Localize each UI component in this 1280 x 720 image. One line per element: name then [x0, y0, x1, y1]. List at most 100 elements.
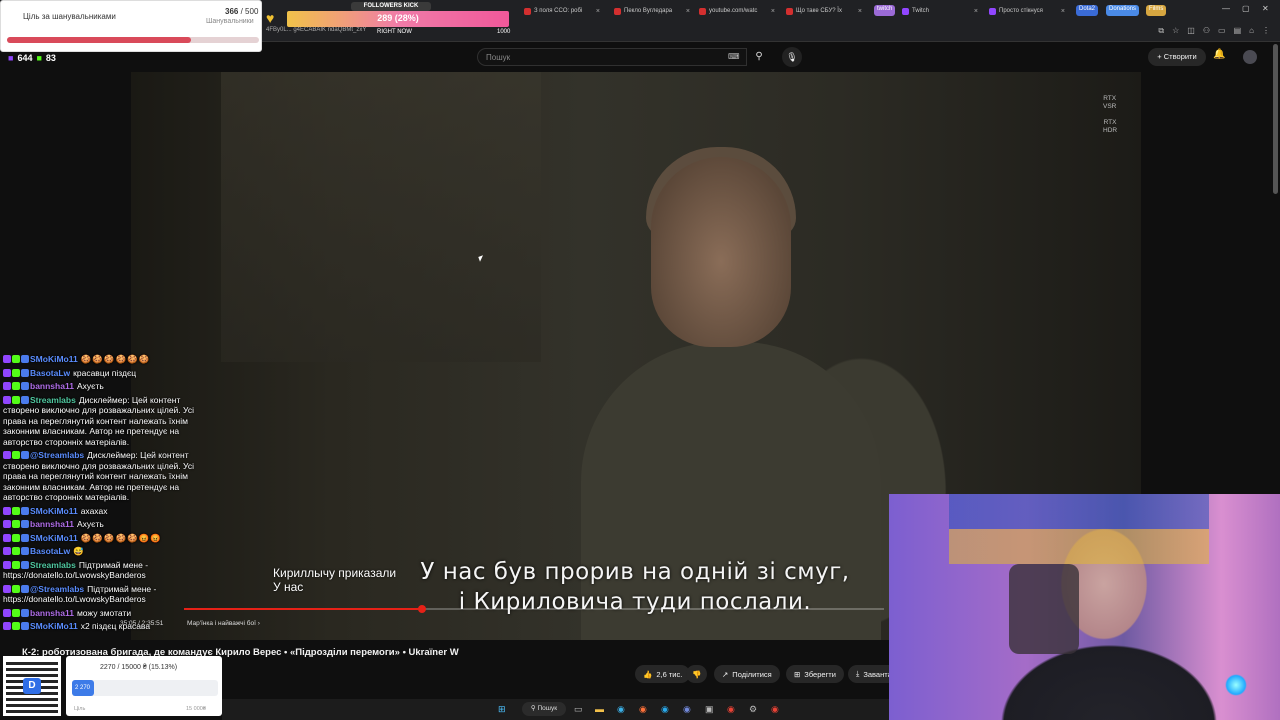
chat-username[interactable]: Streamlabs [30, 560, 76, 570]
chat-badge-icon [12, 355, 20, 363]
chat-badge-icon [3, 355, 11, 363]
close-tab-icon[interactable]: × [974, 8, 978, 15]
avatar[interactable] [1243, 50, 1257, 64]
chat-message: @Streamlabs Підтримай мене - https://dona… [3, 584, 218, 605]
chat-message: BasotaLw красавци піздєц [3, 368, 218, 379]
chat-badge-icon [21, 451, 29, 459]
lamp-light [1225, 674, 1247, 696]
ukrainian-flag-background [949, 494, 1209, 564]
chat-badge-icon [21, 547, 29, 555]
minimize-button[interactable]: — [1222, 4, 1230, 13]
menu-icon[interactable]: ⋮ [1262, 26, 1270, 36]
save-label: Зберегти [804, 669, 836, 679]
browser-tab[interactable]: youtube.com/watc × [695, 3, 779, 19]
telegram-icon[interactable]: ◉ [661, 704, 669, 715]
progress-scrubber[interactable] [418, 605, 426, 613]
chat-badge-icon [3, 368, 11, 377]
obs-icon[interactable]: ▣ [705, 704, 714, 715]
chat-username[interactable]: Streamlabs [30, 395, 76, 405]
keyboard-icon[interactable]: ⌨ [728, 52, 740, 61]
search-input[interactable]: Пошук [477, 48, 747, 66]
chat-username[interactable]: SMoKiMo11 [30, 533, 78, 543]
chrome-icon[interactable]: ◉ [727, 704, 735, 715]
chat-badge-icon [12, 395, 20, 404]
chat-message: SMoKiMo11 🍪🍪🍪🍪🍪😡😡 [3, 533, 218, 544]
chat-username[interactable]: bannsha11 [30, 381, 74, 391]
dislike-button[interactable]: 👎 [686, 665, 708, 683]
edge-browser-icon[interactable]: ◉ [617, 704, 625, 715]
taskbar-search-label: Пошук [537, 705, 558, 712]
search-icon: ⚲ [755, 51, 763, 62]
bookmark-pill[interactable]: twitch [874, 5, 896, 16]
like-button[interactable]: 👍 2,6 тис. [635, 665, 691, 683]
search-button[interactable]: ⚲ [748, 48, 770, 66]
share-button[interactable]: ↗ Поділитися [714, 665, 780, 683]
file-explorer-icon[interactable]: ▬ [595, 704, 604, 714]
download-label: Завантажити [863, 669, 889, 679]
bookmark-star-icon[interactable]: ☆ [1172, 26, 1179, 36]
close-tab-icon[interactable]: × [686, 8, 690, 15]
download-button[interactable]: ⤓Завантажити [848, 665, 889, 683]
chat-text: Ахуєть [76, 519, 104, 529]
extension-icon[interactable]: ⌂ [1249, 26, 1254, 36]
chat-text: Ахуєть [76, 381, 104, 391]
auto-caption: Кириллычу приказали У нас [273, 566, 397, 594]
close-window-button[interactable]: ✕ [1262, 4, 1269, 13]
task-view-icon[interactable]: ▭ [574, 704, 583, 715]
like-count: 2,6 тис. [656, 669, 683, 679]
maximize-button[interactable]: ▢ [1242, 4, 1250, 13]
follower-goal-widget: Ціль за шанувальниками 366 / 500 Шанувал… [0, 0, 262, 52]
create-button[interactable]: + Створити [1148, 48, 1206, 66]
browser-tab[interactable]: Просто стікнуся × [985, 3, 1069, 19]
chat-message: SMoKiMo11 ахахах [3, 506, 218, 517]
donation-progress-fill: 2 270 [72, 680, 95, 696]
tab-label: Пекло Вугледара [624, 8, 673, 14]
chat-message: SMoKiMo11 x2 піздєц красава [3, 621, 218, 632]
browser-tab[interactable]: З поля CCO: робі × [520, 3, 604, 19]
browser-toolbar-icons: ⧉ ☆ ◫ ⚇ ▭ ▤ ⌂ ⋮ [1158, 26, 1270, 36]
bookmark-pill[interactable]: Donations [1106, 5, 1140, 16]
chat-username[interactable]: BasotaLw [30, 546, 70, 556]
extension-icon[interactable]: ▤ [1234, 26, 1242, 36]
save-button[interactable]: ⊞ Зберегти [786, 665, 844, 683]
video-progress-bar[interactable] [184, 605, 884, 613]
goal-progress-fill [7, 37, 192, 43]
donation-goal-min: Ціль [74, 706, 86, 712]
chat-username[interactable]: SMoKiMo11 [30, 621, 78, 631]
browser-tab[interactable]: Twitch × [898, 3, 982, 19]
close-tab-icon[interactable]: × [596, 8, 600, 15]
chat-username[interactable]: SMoKiMo11 [30, 506, 78, 516]
chat-username[interactable]: SMoKiMo11 [30, 354, 78, 364]
bookmark-pill[interactable]: Films [1146, 5, 1167, 16]
browser-tab[interactable]: Що таке СБУ? Їх × [782, 3, 866, 19]
extension-icon[interactable]: ⧉ [1158, 26, 1164, 36]
close-tab-icon[interactable]: × [771, 8, 775, 15]
firefox-icon[interactable]: ◉ [639, 704, 647, 715]
extension-icon[interactable]: ⚇ [1203, 26, 1210, 36]
browser-tab[interactable]: Пекло Вугледара × [610, 3, 694, 19]
bookmark-pill[interactable]: Dota2 [1076, 5, 1099, 16]
app-icon[interactable]: ◉ [771, 704, 779, 715]
settings-gear-icon[interactable]: ⚙ [749, 704, 757, 715]
page-scrollbar[interactable] [1273, 44, 1278, 194]
notifications-bell-icon[interactable]: 🔔 [1213, 49, 1225, 60]
extension-icon[interactable]: ▭ [1218, 26, 1226, 36]
close-tab-icon[interactable]: × [1061, 8, 1065, 15]
taskbar-search[interactable]: ⚲ Пошук [522, 702, 566, 716]
discord-icon[interactable]: ◉ [683, 704, 691, 715]
chat-username[interactable]: @Streamlabs [30, 584, 84, 594]
close-tab-icon[interactable]: × [858, 8, 862, 15]
chat-badge-icon [3, 622, 11, 630]
extension-icon[interactable]: ◫ [1187, 26, 1195, 36]
voice-search-button[interactable]: 🎙 [782, 47, 802, 67]
rtx-vsr-indicator: RTX VSR [1103, 95, 1117, 110]
chat-badge-icon [21, 622, 29, 630]
chat-username[interactable]: @Streamlabs [30, 450, 84, 460]
windows-start-icon[interactable]: ⊞ [498, 704, 506, 715]
chat-username[interactable]: bannsha11 [30, 608, 74, 618]
chat-badge-icon [21, 506, 29, 515]
chat-username[interactable]: bannsha11 [30, 519, 74, 529]
goal-unit: Шанувальники [206, 18, 254, 25]
chat-message: BasotaLw 😅 [3, 546, 218, 557]
chat-username[interactable]: BasotaLw [30, 368, 70, 378]
